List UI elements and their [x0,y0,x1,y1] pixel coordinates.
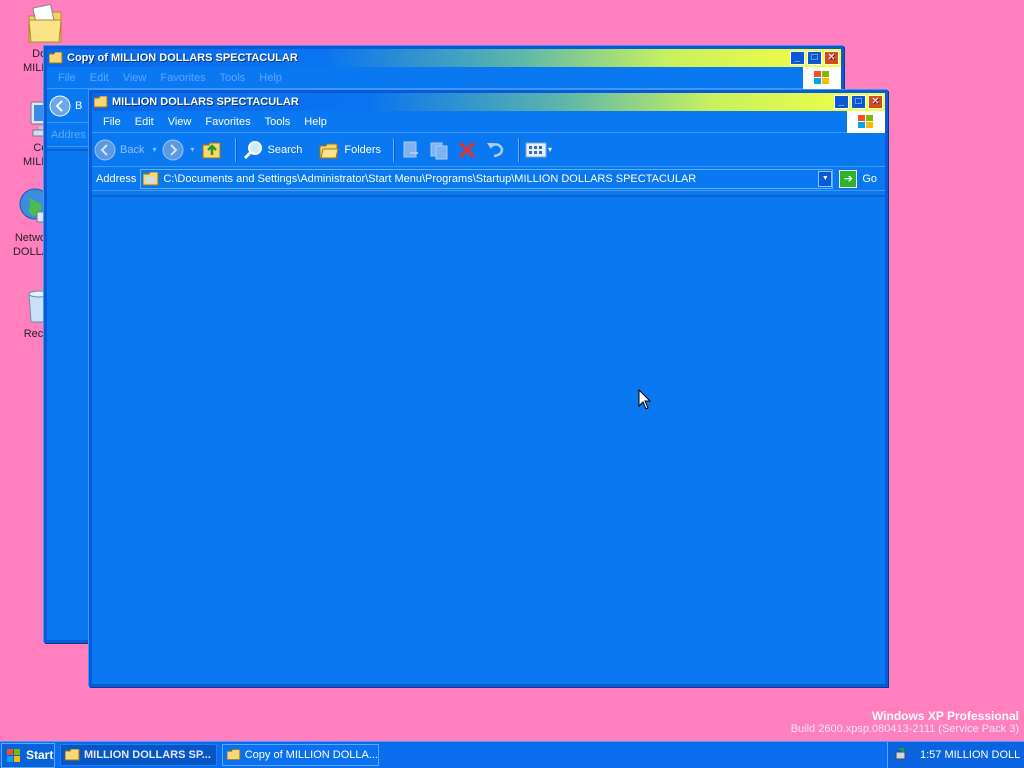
copy-to-icon [430,142,448,159]
maximize-button[interactable]: □ [851,95,866,109]
address-label: Addres [51,128,86,141]
views-button[interactable]: ▾ [525,141,552,159]
views-dropdown-icon[interactable]: ▾ [548,145,552,154]
go-button[interactable]: ➔ Go [839,169,877,188]
taskbar-button-main-window[interactable]: MILLION DOLLARS SP... [60,744,217,766]
search-label: Search [267,143,303,156]
copy-to-button[interactable] [428,139,450,161]
maximize-button[interactable]: □ [807,51,822,65]
address-bar: Address C:\Documents and Settings\Admini… [92,167,885,191]
folders-icon [319,143,339,158]
taskbar-button-copy-window[interactable]: Copy of MILLION DOLLA... [222,744,379,766]
folder-icon [143,171,159,185]
menu-help[interactable]: Help [297,116,334,128]
title-bar[interactable]: Copy of MILLION DOLLARS SPECTACULAR _ □ … [47,49,841,67]
menu-help[interactable]: Help [252,72,289,84]
back-arrow-icon [49,95,71,116]
back-button[interactable]: B [49,95,82,117]
folders-button[interactable]: Folders [318,139,381,161]
minimize-button[interactable]: _ [834,95,849,109]
watermark-build: Build 2600.xpsp.080413-2111 (Service Pac… [790,723,1019,735]
up-folder-icon [202,142,220,158]
views-grid-icon [525,142,547,157]
menu-bar: File Edit View Favorites Tools Help [47,67,841,89]
windows-logo-icon [847,111,885,133]
menu-edit[interactable]: Edit [83,72,116,84]
forward-arrow-icon [162,139,184,160]
watermark-title: Windows XP Professional [871,709,1019,723]
menu-bar: File Edit View Favorites Tools Help [92,111,885,133]
back-dropdown-icon[interactable]: ▾ [152,145,156,154]
menu-tools[interactable]: Tools [258,116,298,128]
menu-tools[interactable]: Tools [213,72,253,84]
close-button[interactable]: ✕ [868,95,883,109]
toolbar-separator [234,137,236,162]
undo-button[interactable] [484,139,506,161]
windows-logo-icon [803,67,841,89]
taskbar-button-label: MILLION DOLLARS SP... [84,749,211,761]
undo-icon [487,142,504,157]
system-tray: 1:57 MILLION DOLL [887,742,1024,768]
address-label: Address [96,172,137,185]
back-label: B [75,99,83,112]
toolbar-separator [393,137,395,162]
title-bar[interactable]: MILLION DOLLARS SPECTACULAR _ □ ✕ [92,93,885,111]
forward-dropdown-icon[interactable]: ▾ [190,145,194,154]
go-label: Go [862,172,877,185]
menu-view[interactable]: View [161,116,199,128]
explorer-window[interactable]: MILLION DOLLARS SPECTACULAR _ □ ✕ File E… [89,90,888,687]
up-folder-button[interactable] [201,139,223,161]
folder-content-area[interactable] [92,195,885,684]
move-to-button[interactable] [400,139,422,161]
safely-remove-hardware-icon[interactable] [894,748,908,762]
back-arrow-icon [94,139,116,160]
menu-edit[interactable]: Edit [128,116,161,128]
menu-file[interactable]: File [51,72,83,84]
menu-view[interactable]: View [116,72,154,84]
menu-file[interactable]: File [96,116,128,128]
start-label: Start [26,748,54,762]
menu-favorites[interactable]: Favorites [198,116,257,128]
back-label: Back [120,143,145,156]
toolbar: Back ▾ ▾ Search Folders ▾ [92,133,885,167]
menu-favorites[interactable]: Favorites [153,72,212,84]
address-dropdown-icon[interactable]: ▼ [818,170,833,187]
minimize-button[interactable]: _ [790,51,805,65]
search-button[interactable]: Search [242,139,303,161]
taskbar-clock[interactable]: 1:57 MILLION DOLL [920,749,1020,761]
start-button[interactable]: Start [1,742,55,768]
window-title: MILLION DOLLARS SPECTACULAR [112,96,299,108]
folder-icon [227,749,241,761]
my-documents-icon [28,3,62,43]
os-watermark: Windows XP Professional Build 2600.xpsp.… [791,709,1019,735]
mouse-cursor-icon [638,389,652,410]
back-button[interactable]: Back ▾ [94,139,156,161]
forward-button[interactable]: ▾ [162,139,195,161]
taskbar-button-label: Copy of MILLION DOLLA... [244,749,378,761]
search-icon [243,140,262,159]
toolbar-separator [518,137,520,162]
folders-label: Folders [344,143,382,156]
address-input[interactable]: C:\Documents and Settings\Administrator\… [140,168,834,189]
taskbar: Start MILLION DOLLARS SP... Copy of MILL… [0,741,1024,768]
folder-icon [65,749,80,761]
close-button[interactable]: ✕ [824,51,839,65]
move-to-icon [403,141,419,157]
delete-x-icon [458,141,476,158]
window-title: Copy of MILLION DOLLARS SPECTACULAR [67,52,298,64]
address-path: C:\Documents and Settings\Administrator\… [163,172,697,185]
folder-icon [94,96,108,108]
folder-icon [49,52,63,64]
delete-button[interactable] [456,139,478,161]
windows-logo-icon [7,748,20,762]
go-arrow-icon: ➔ [839,169,858,188]
